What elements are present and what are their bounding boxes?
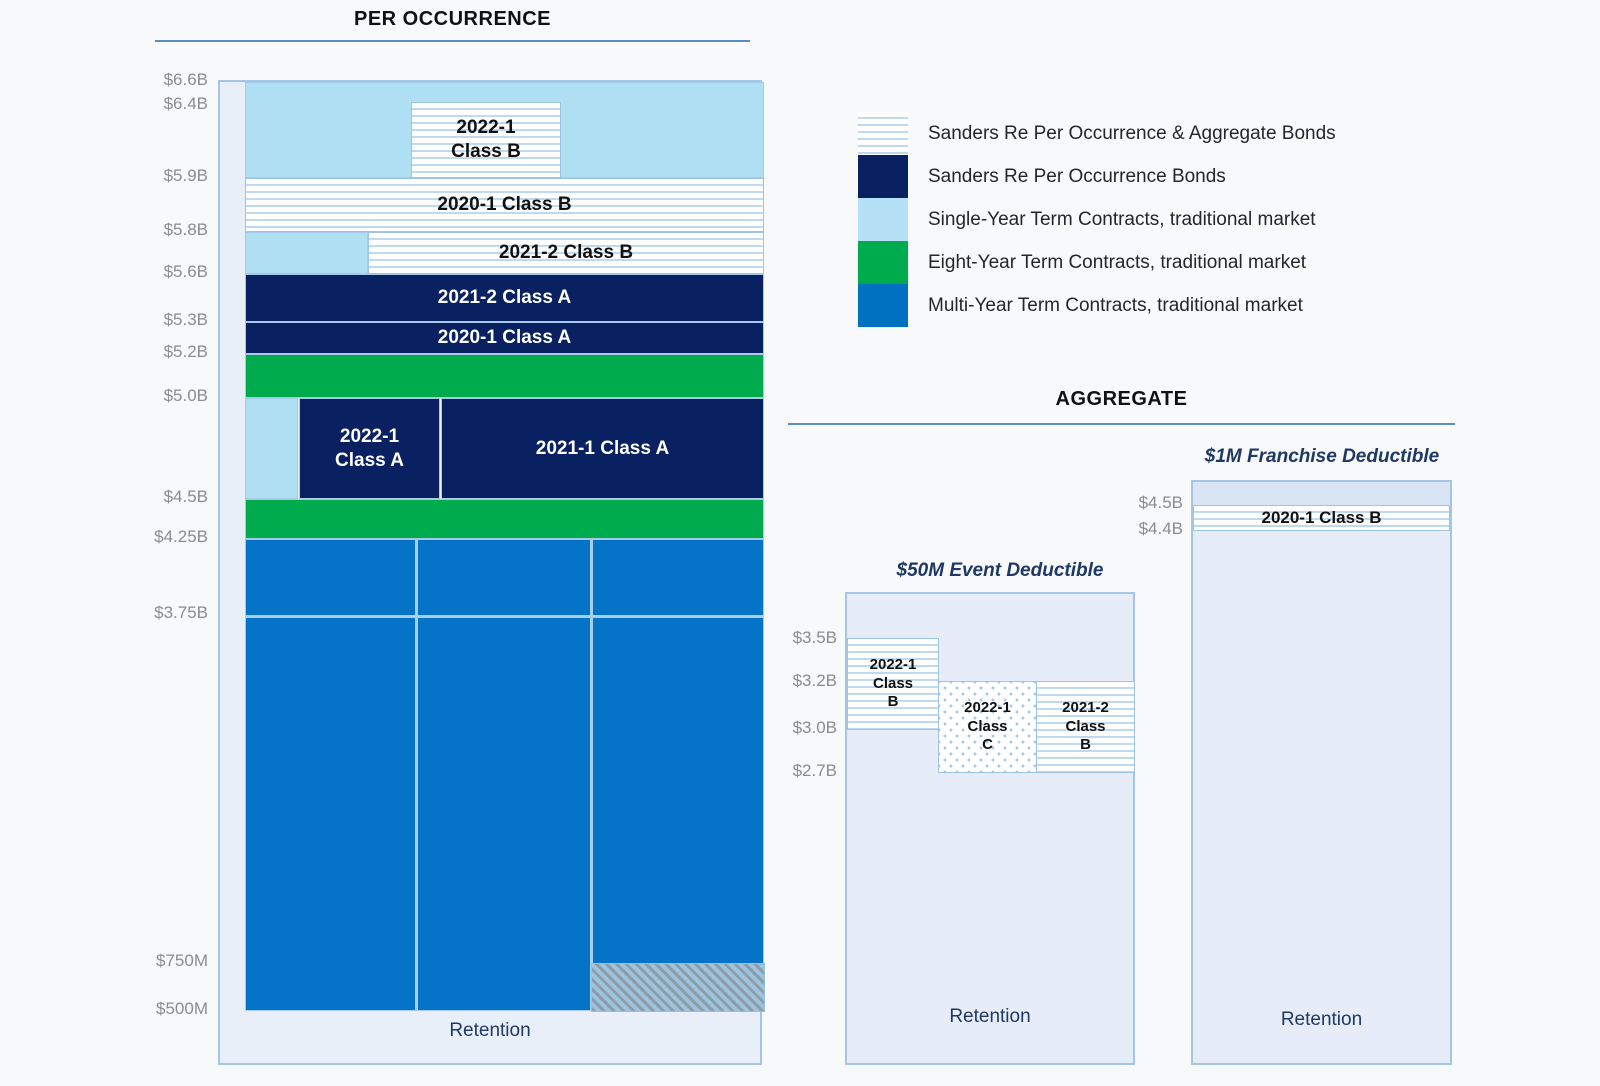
column-divider — [590, 540, 593, 1010]
box-2021-2-class-b-agg: 2021-2 Class B — [1036, 681, 1135, 773]
multi-year-area — [245, 539, 764, 1011]
single-year-slice — [245, 398, 298, 499]
stripes-pattern-swatch — [858, 112, 908, 155]
y-tick-label: $3.0B — [717, 718, 837, 738]
eight-year-band-lower — [245, 499, 764, 539]
headroom-band — [1193, 482, 1450, 505]
legend-item: Sanders Re Aggregate Only Bond — [858, 69, 1478, 112]
y-tick-label: $6.4B — [78, 94, 208, 114]
y-tick-label: $5.6B — [78, 262, 208, 282]
y-tick-label: $4.5B — [78, 487, 208, 507]
y-tick-label: $5.9B — [78, 166, 208, 186]
legend-label: Single-Year Term Contracts, traditional … — [928, 209, 1316, 231]
legend-label: Sanders Re Per Occurrence & Aggregate Bo… — [928, 123, 1336, 145]
legend-label: Eight-Year Term Contracts, traditional m… — [928, 252, 1306, 274]
green-swatch — [858, 241, 908, 284]
legend-item: Multi-Year Term Contracts, traditional m… — [858, 284, 1478, 327]
franchise-deductible-tower: 2020-1 Class B Retention — [1191, 480, 1452, 1065]
franchise-deductible-label: $1M Franchise Deductible — [1062, 446, 1582, 468]
lightblue-swatch — [858, 198, 908, 241]
legend-item: Eight-Year Term Contracts, traditional m… — [858, 241, 1478, 284]
box-2021-2-class-a: 2021-2 Class A — [245, 274, 764, 322]
y-tick-label: $5.8B — [78, 220, 208, 240]
y-tick-label: $3.75B — [78, 603, 208, 623]
navy-swatch — [858, 155, 908, 198]
y-tick-label: $4.25B — [78, 527, 208, 547]
aggregate-title: AGGREGATE — [788, 388, 1455, 411]
y-tick-label: $4.4B — [1063, 519, 1183, 539]
y-tick-label: $500M — [78, 999, 208, 1019]
box-2020-1-class-b: 2020-1 Class B — [245, 178, 764, 232]
aggregate-title-rule — [788, 423, 1455, 425]
blue-swatch — [858, 284, 908, 327]
box-2021-2-class-b: 2021-2 Class B — [368, 232, 764, 274]
y-tick-label: $3.5B — [717, 628, 837, 648]
box-2022-1-class-a: 2022-1 Class A — [299, 398, 440, 499]
retention-label: Retention — [220, 1020, 760, 1042]
y-tick-label: $3.2B — [717, 671, 837, 691]
row-divider — [246, 615, 763, 618]
per-occurrence-tower: 2022-1 Class B 2020-1 Class B 2021-2 Cla… — [218, 80, 762, 1065]
box-2020-1-class-b-agg: 2020-1 Class B — [1193, 505, 1450, 531]
retention-label: Retention — [847, 1006, 1133, 1028]
y-tick-label: $750M — [78, 951, 208, 971]
box-2020-1-class-a: 2020-1 Class A — [245, 322, 764, 354]
y-tick-label: $5.2B — [78, 342, 208, 362]
box-2022-1-class-c-agg: 2022-1 Class C — [938, 681, 1037, 773]
y-tick-label: $5.0B — [78, 386, 208, 406]
event-deductible-tower: 2022-1 Class B 2022-1 Class C 2021-2 Cla… — [845, 592, 1135, 1065]
y-tick-label: $5.3B — [78, 310, 208, 330]
column-divider — [415, 540, 418, 1010]
reinsurance-tower-chart: PER OCCURRENCE $6.6B $6.4B $5.9B $5.8B $… — [0, 0, 1600, 1086]
legend-item: Sanders Re Per Occurrence & Aggregate Bo… — [858, 112, 1478, 155]
eight-year-band-upper — [245, 354, 764, 398]
box-2021-1-class-a: 2021-1 Class A — [441, 398, 764, 499]
hatched-block — [591, 963, 765, 1012]
box-2022-1-class-b: 2022-1 Class B — [411, 102, 561, 178]
per-occurrence-title-rule — [155, 40, 750, 42]
box-2022-1-class-b-agg: 2022-1 Class B — [847, 638, 939, 730]
y-tick-label: $6.6B — [78, 70, 208, 90]
retention-label: Retention — [1193, 1009, 1450, 1031]
event-deductible-label: $50M Event Deductible — [790, 560, 1210, 582]
single-year-slice — [245, 232, 368, 274]
legend-item: Sanders Re Per Occurrence Bonds — [858, 155, 1478, 198]
legend-item: Single-Year Term Contracts, traditional … — [858, 198, 1478, 241]
legend-label: Sanders Re Per Occurrence Bonds — [928, 166, 1226, 188]
y-tick-label: $4.5B — [1063, 493, 1183, 513]
y-tick-label: $2.7B — [717, 761, 837, 781]
per-occurrence-title: PER OCCURRENCE — [155, 8, 750, 31]
legend-label: Multi-Year Term Contracts, traditional m… — [928, 295, 1303, 317]
